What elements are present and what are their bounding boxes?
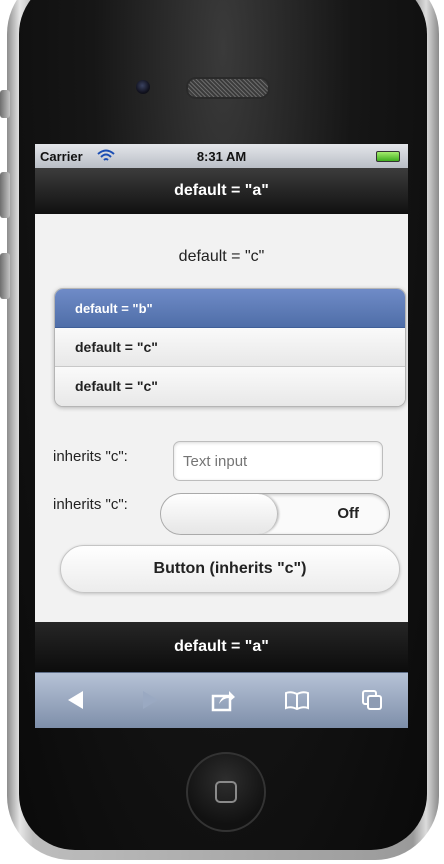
page-footer: default = "a" [35,622,408,672]
list-item[interactable]: default = "c" [55,328,405,367]
mute-switch [0,90,10,118]
bookmarks-icon[interactable] [284,687,310,713]
listview: default = "b" default = "c" default = "c… [54,288,406,407]
browser-toolbar [35,672,408,728]
list-item[interactable]: default = "c" [55,367,405,406]
flip-switch-off-label: Off [337,505,359,522]
list-item[interactable]: default = "b" [55,289,405,328]
status-time: 8:31 AM [196,149,247,164]
speaker-grille [186,77,270,99]
flip-switch[interactable]: Off [160,493,390,535]
home-button[interactable] [186,752,266,832]
forward-icon [143,691,158,709]
screen: Carrier 8:31 AM default = "a" default = … [35,144,408,728]
slider-label: inherits "c": [53,496,128,513]
volume-up-button [0,172,10,218]
inherit-button[interactable]: Button (inherits "c") [60,545,400,593]
status-bar: Carrier 8:31 AM [35,144,408,168]
volume-down-button [0,253,10,299]
battery-icon [376,151,400,162]
text-input[interactable] [173,441,383,481]
share-icon[interactable] [210,687,236,713]
page-header: default = "a" [35,168,408,214]
camera-icon [136,80,150,94]
back-icon[interactable] [63,687,89,713]
flip-switch-handle[interactable] [161,494,278,534]
home-square-icon [215,781,237,803]
content-title: default = "c" [178,248,265,265]
tabs-icon[interactable] [359,687,385,713]
text-input-label: inherits "c": [53,448,128,465]
